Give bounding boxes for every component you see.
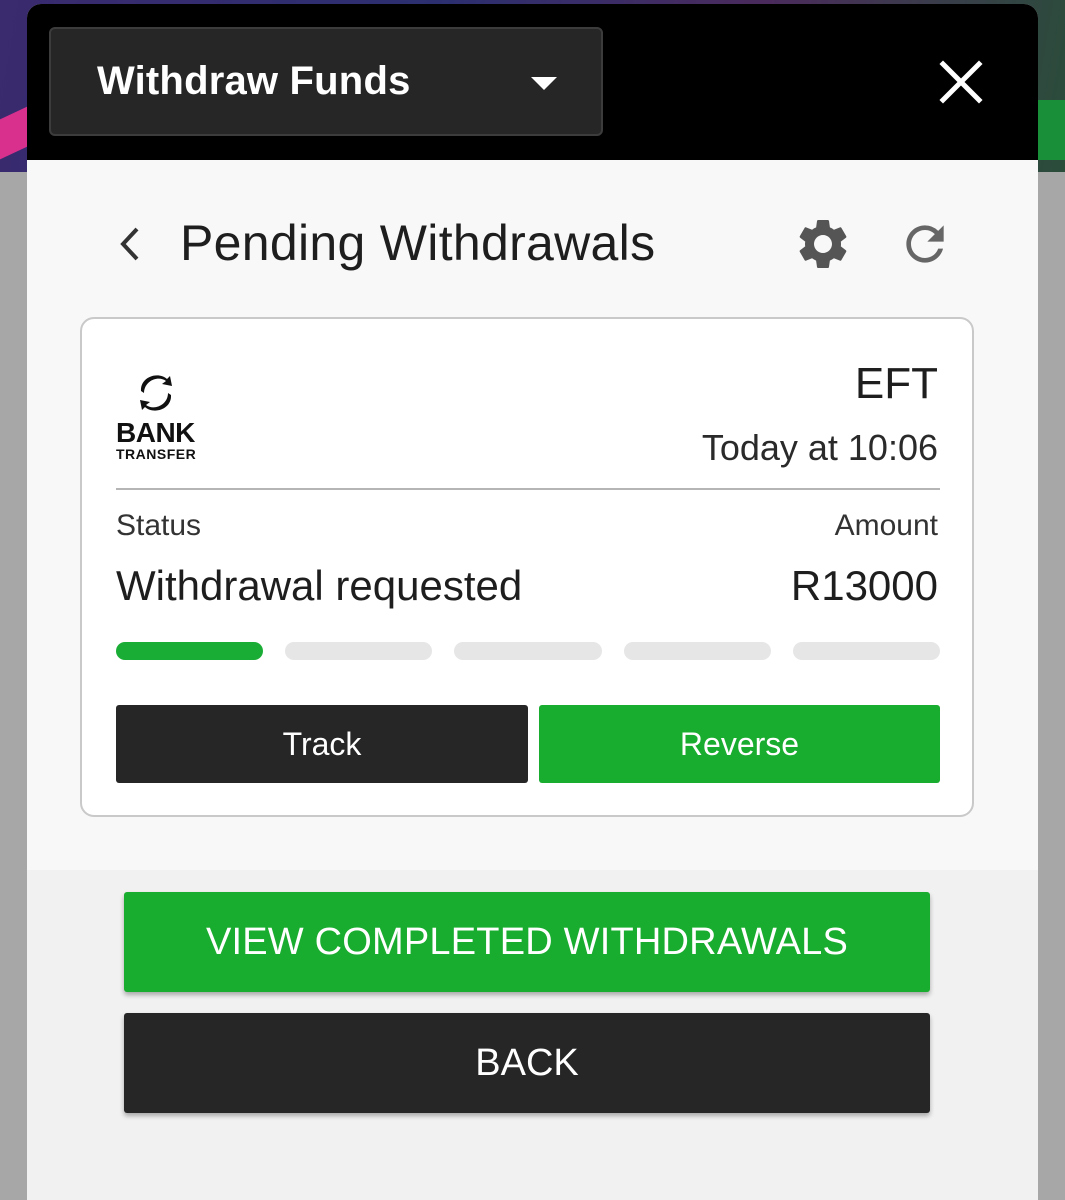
withdrawal-card: BANK TRANSFER EFT Today at 10:06 Status … [80,317,974,817]
withdrawal-time: Today at 10:06 [701,427,938,468]
refresh-icon[interactable] [897,216,953,272]
withdraw-modal: Withdraw Funds Pending Withdrawals BANK … [27,4,1038,1200]
track-button[interactable]: Track [116,705,528,783]
chevron-down-icon [531,77,557,90]
status-label: Status [116,509,202,542]
amount-label: Amount [834,509,938,542]
status-value: Withdrawal requested [116,562,523,609]
modal-content: Pending Withdrawals BANK TRANSFER EFT To… [27,160,1038,1200]
logo-text-bank: BANK [116,417,195,448]
progress-segment [454,642,602,660]
close-icon[interactable] [933,54,989,110]
gear-icon[interactable] [793,214,853,274]
progress-segment [623,642,771,660]
title-row: Pending Withdrawals [27,160,1038,320]
withdrawal-method: EFT [854,359,938,408]
logo-text-transfer: TRANSFER [116,446,197,462]
amount-value: R13000 [790,562,938,609]
back-button[interactable]: BACK [124,1013,930,1113]
progress-segment [285,642,433,660]
background-decoration [1035,100,1065,160]
progress-segment [116,642,264,660]
withdraw-funds-dropdown[interactable]: Withdraw Funds [49,27,603,136]
chevron-left-icon[interactable] [113,221,149,267]
bank-transfer-logo: BANK TRANSFER [116,371,216,471]
progress-segment [792,642,941,660]
status-progress-bar [116,642,941,662]
modal-header: Withdraw Funds [27,4,1038,160]
transfer-arrows-icon [140,375,172,411]
divider [116,488,940,490]
page-title: Pending Withdrawals [180,215,656,271]
reverse-button[interactable]: Reverse [539,705,940,783]
pending-panel: Pending Withdrawals BANK TRANSFER EFT To… [27,160,1038,870]
view-completed-withdrawals-button[interactable]: VIEW COMPLETED WITHDRAWALS [124,892,930,992]
dropdown-label: Withdraw Funds [97,59,411,103]
